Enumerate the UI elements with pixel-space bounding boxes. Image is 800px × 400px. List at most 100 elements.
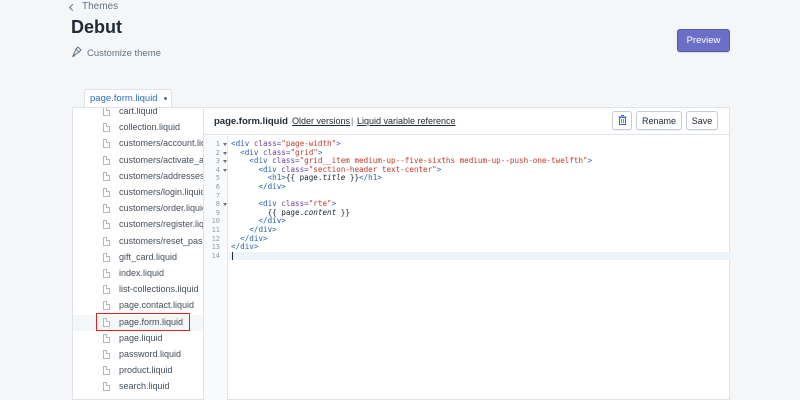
- sidebar-file-label: cart.liquid: [119, 108, 158, 116]
- editor-toolbar: page.form.liquid Older versions | Liquid…: [204, 108, 730, 135]
- file-icon: [103, 317, 110, 327]
- sidebar-file-item[interactable]: page.contact.liquid: [73, 298, 203, 314]
- file-icon: [103, 285, 110, 295]
- delete-button[interactable]: [612, 111, 632, 130]
- sidebar-file-label: page.form.liquid: [119, 316, 184, 327]
- customize-theme-link[interactable]: Customize theme: [71, 46, 161, 61]
- sidebar-file-label: page.contact.liquid: [119, 300, 195, 311]
- fold-arrow-icon[interactable]: [223, 203, 227, 207]
- preview-button[interactable]: Preview: [677, 29, 730, 52]
- sidebar-file-label: product.liquid: [119, 365, 173, 376]
- active-line-highlight: [229, 251, 730, 261]
- code-line: </div>: [231, 182, 285, 192]
- sidebar-file-item[interactable]: customers/login.liquid: [73, 185, 204, 201]
- text-cursor: [232, 251, 233, 261]
- line-number: 10: [204, 217, 228, 226]
- older-versions-link[interactable]: Older versions: [292, 116, 350, 126]
- line-number: 12: [204, 235, 228, 244]
- sidebar-file-item[interactable]: gift_card.liquid: [73, 250, 203, 266]
- sidebar-file-label: collection.liquid: [119, 122, 181, 133]
- line-number: 13: [204, 243, 228, 252]
- trash-icon: [618, 114, 627, 127]
- code-token: title: [322, 173, 346, 183]
- code-editor-panel: search.liquid product.liquid password.liqu…: [72, 107, 730, 400]
- line-number: 14: [204, 252, 228, 261]
- code-token: >: [336, 139, 341, 148]
- code-area[interactable]: 1 2 3 4 5 6 7 8 9 10 11 12 13 14 <div class="page-wid…: [204, 136, 730, 400]
- file-icon: [103, 333, 110, 343]
- sidebar-file-label: customers/addresses.liquid: [119, 170, 204, 181]
- code-token: >: [587, 156, 593, 166]
- file-icon: [103, 171, 110, 181]
- page-title: Debut: [71, 17, 122, 37]
- file-icon: [103, 188, 110, 197]
- unsaved-dot-icon: [163, 97, 167, 100]
- breadcrumb-label: Themes: [82, 1, 119, 12]
- sidebar-file-label: customers/reset_password.liquid: [119, 235, 203, 246]
- line-number-text: 8: [215, 200, 220, 209]
- toolbar-separator: |: [351, 116, 354, 126]
- sidebar-file-item[interactable]: customers/addresses.liquid: [73, 169, 204, 185]
- sidebar-file-item[interactable]: customers/reset_password.liquid: [73, 234, 203, 250]
- sidebar-file-label: index.liquid: [119, 268, 165, 278]
- sidebar-file-item[interactable]: customers/register.liquid: [73, 217, 203, 233]
- sidebar-file-label: page.liquid: [119, 332, 163, 343]
- sidebar-file-item[interactable]: customers/account.liquid: [73, 136, 203, 152]
- code-token: content: [304, 207, 337, 217]
- file-icon: [103, 350, 110, 359]
- fold-arrow-icon[interactable]: [223, 143, 227, 146]
- save-button[interactable]: Save: [686, 111, 718, 130]
- sidebar-file-item[interactable]: customers/activate_account.liquid: [73, 153, 203, 169]
- line-number: 1: [204, 140, 228, 149]
- line-number: 4: [204, 166, 228, 175]
- file-icon: [103, 301, 110, 311]
- line-number: 9: [204, 209, 228, 218]
- open-file-tab-label: page.form.liquid: [90, 93, 158, 104]
- sidebar-file-label: password.liquid: [119, 349, 182, 359]
- sidebar-file-item[interactable]: index.liquid: [73, 266, 203, 282]
- editor-filename: page.form.liquid: [214, 116, 288, 127]
- sidebar-file-item[interactable]: cart.liquid: [73, 108, 203, 120]
- sidebar-file-item[interactable]: page.form.liquid: [73, 314, 203, 331]
- sidebar-file-label: customers/login.liquid: [119, 187, 204, 197]
- line-number-text: 11: [211, 226, 220, 234]
- line-number: 11: [204, 226, 228, 235]
- rename-button[interactable]: Rename: [636, 111, 682, 130]
- line-number: 8: [204, 200, 228, 209]
- file-icon: [103, 155, 110, 165]
- file-icon: [103, 108, 110, 116]
- line-number: 3: [204, 157, 228, 166]
- line-number-text: 13: [211, 243, 220, 252]
- file-icon: [103, 220, 110, 230]
- sidebar-file-item[interactable]: list-collections.liquid: [73, 282, 203, 298]
- line-number-text: 3: [215, 157, 220, 166]
- liquid-variable-reference-link[interactable]: Liquid variable reference: [357, 116, 456, 126]
- code-token: </h1>: [359, 173, 382, 183]
- breadcrumb-themes-link[interactable]: Themes: [68, 1, 119, 12]
- file-icon: [103, 382, 110, 392]
- fold-arrow-icon[interactable]: [223, 160, 227, 164]
- sidebar-file-item[interactable]: search.liquid: [73, 379, 203, 395]
- sidebar-file-item[interactable]: product.liquid: [73, 363, 203, 379]
- chevron-left-icon: [68, 3, 77, 11]
- code-token: }}: [336, 207, 350, 217]
- fold-arrow-icon[interactable]: [223, 168, 227, 172]
- fold-arrow-icon[interactable]: [223, 151, 227, 155]
- sidebar-file-item[interactable]: collection.liquid: [73, 120, 203, 136]
- file-icon: [103, 252, 110, 262]
- line-number: 7: [204, 192, 228, 201]
- line-number-text: 7: [215, 191, 220, 200]
- line-number-text: 2: [215, 148, 220, 157]
- file-sidebar[interactable]: search.liquid product.liquid password.liqu…: [73, 108, 204, 400]
- sidebar-file-item[interactable]: customers/order.liquid: [73, 201, 203, 217]
- line-number-text: 12: [211, 234, 220, 243]
- open-file-tab[interactable]: page.form.liquid: [84, 89, 172, 107]
- sidebar-file-label: customers/account.liquid: [119, 138, 203, 149]
- code-token: </div>: [231, 242, 259, 252]
- sidebar-file-label: list-collections.liquid: [119, 284, 199, 295]
- sidebar-file-item[interactable]: page.liquid: [73, 331, 203, 347]
- line-number: 6: [204, 183, 228, 192]
- file-icon: [103, 123, 110, 133]
- sidebar-file-item[interactable]: password.liquid: [73, 347, 203, 363]
